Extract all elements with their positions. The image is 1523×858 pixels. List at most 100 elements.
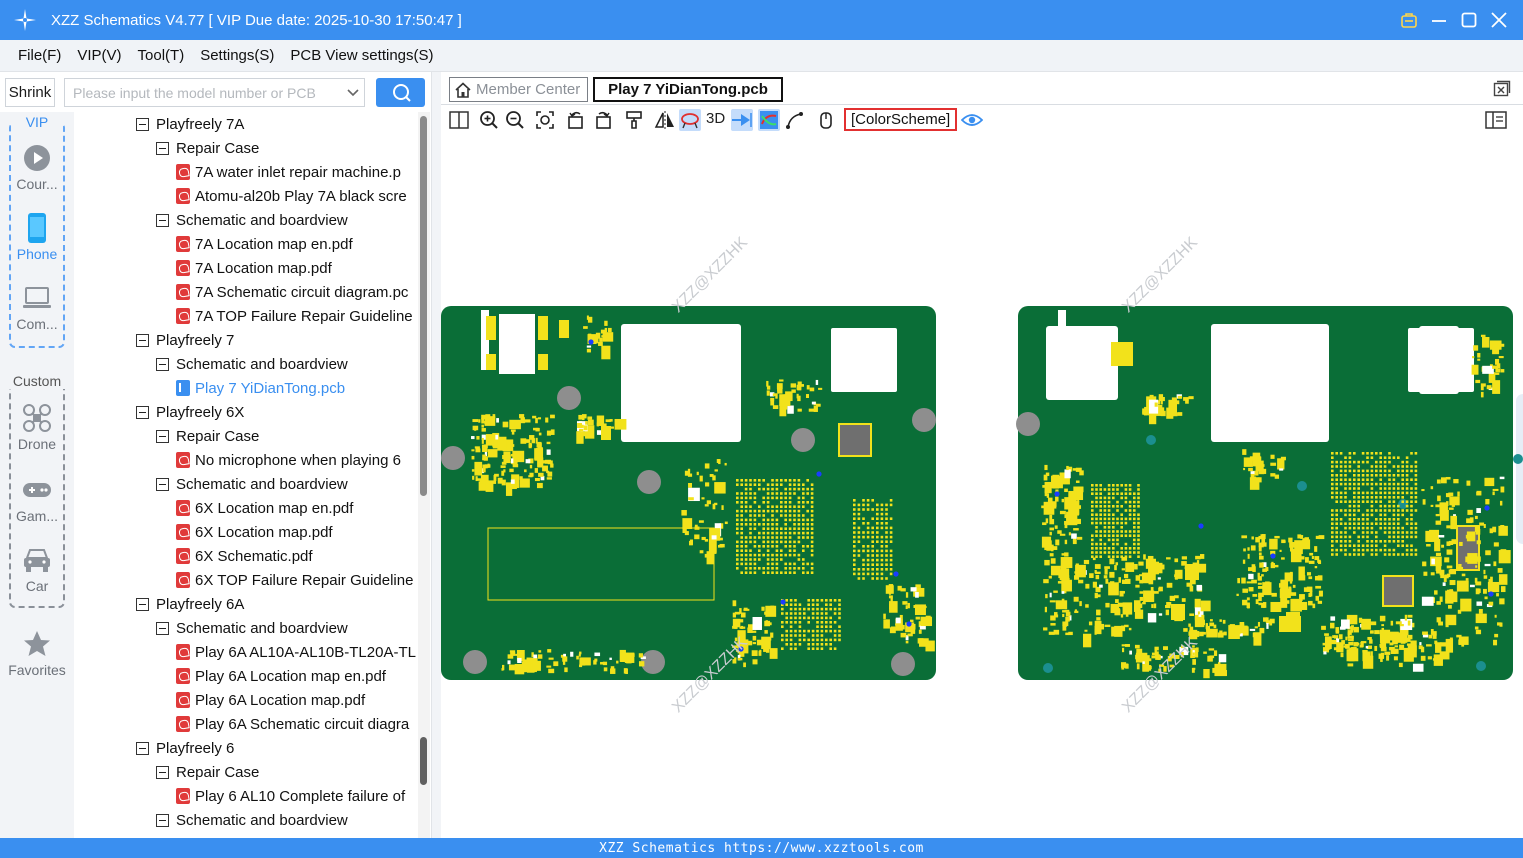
collapse-toggle-icon[interactable] (136, 741, 149, 755)
bga-pad (789, 647, 793, 650)
collapse-toggle-icon[interactable] (136, 597, 149, 611)
bga-pad (829, 629, 832, 633)
collapse-toggle-icon[interactable] (156, 429, 169, 443)
zoom-in-icon[interactable] (478, 109, 500, 131)
menu-file[interactable]: File(F) (18, 47, 61, 64)
bga-pad (1103, 526, 1107, 529)
bga-pad (1348, 482, 1352, 486)
tree-folder[interactable]: Playfreely 6 (136, 736, 234, 760)
zoom-out-icon[interactable] (504, 109, 526, 131)
shrink-button[interactable]: Shrink (5, 78, 55, 107)
category-phone[interactable]: Phone (0, 210, 74, 262)
tab-member-center[interactable]: Member Center (449, 77, 588, 102)
pcb-boards[interactable] (441, 134, 1523, 838)
trace-route-icon[interactable] (784, 109, 806, 131)
close-icon[interactable] (1489, 10, 1509, 30)
tree-pdf-file[interactable]: Play 6 AL10 Complete failure of (176, 784, 405, 808)
menu-vip[interactable]: VIP(V) (77, 47, 121, 64)
hand-pan-icon[interactable] (815, 109, 837, 131)
tree-folder[interactable]: Schematic and boardview (156, 472, 348, 496)
tree-pdf-file[interactable]: Play 6A AL10A-AL10B-TL20A-TL (176, 640, 416, 664)
tree-folder[interactable]: Schematic and boardview (156, 808, 348, 832)
tree-folder[interactable]: Repair Case (156, 136, 259, 160)
split-view-icon[interactable] (448, 109, 470, 131)
bga-pad (1397, 518, 1400, 521)
tree-pdf-file[interactable]: Play 6A Location map.pdf (176, 688, 365, 712)
scrollbar-thumb[interactable] (420, 116, 427, 496)
tree-pdf-file[interactable]: 7A Location map.pdf (176, 256, 332, 280)
bga-pad (771, 562, 774, 566)
category-game[interactable]: Gam... (0, 472, 74, 524)
panel-splitter[interactable] (431, 72, 441, 838)
collapse-toggle-icon[interactable] (156, 813, 169, 827)
tree-folder[interactable]: Playfreely 6A (136, 592, 244, 616)
pin-select-icon[interactable] (731, 109, 753, 131)
bga-pad (744, 567, 748, 570)
tree-pdf-file[interactable]: Play 6A Schematic circuit diagra (176, 712, 409, 736)
tab-play7-pcb[interactable]: Play 7 YiDianTong.pcb (593, 77, 783, 102)
category-drone[interactable]: Drone (0, 400, 74, 452)
net-highlight-icon[interactable] (679, 109, 701, 131)
tree-pdf-file[interactable]: Atomu-al20b Play 7A black scre (176, 184, 407, 208)
collapse-toggle-icon[interactable] (156, 765, 169, 779)
tree-folder[interactable]: Playfreely 6X (136, 400, 244, 424)
maximize-icon[interactable] (1459, 10, 1479, 30)
layer-view-icon[interactable] (758, 109, 780, 131)
close-all-tabs-icon[interactable] (1493, 80, 1511, 98)
collapse-toggle-icon[interactable] (136, 333, 149, 347)
tree-pdf-file[interactable]: 7A water inlet repair machine.p (176, 160, 401, 184)
fit-view-icon[interactable] (534, 109, 556, 131)
component-pad (1457, 609, 1462, 614)
component-pad (1384, 631, 1388, 638)
menu-pcb-view-settings[interactable]: PCB View settings(S) (290, 47, 433, 64)
vip-bag-icon[interactable] (1399, 10, 1419, 30)
collapse-toggle-icon[interactable] (156, 357, 169, 371)
chevron-down-icon[interactable] (342, 88, 364, 98)
category-course[interactable]: Cour... (0, 140, 74, 192)
tree-folder[interactable]: Repair Case (156, 760, 259, 784)
collapse-toggle-icon[interactable] (156, 141, 169, 155)
tree-pdf-file[interactable]: Play 6A Location map en.pdf (176, 664, 386, 688)
category-computer[interactable]: Com... (0, 280, 74, 332)
tree-pdf-file[interactable]: 6X Schematic.pdf (176, 544, 313, 568)
tree-folder[interactable]: Schematic and boardview (156, 616, 348, 640)
tree-folder[interactable]: Playfreely 7A (136, 112, 244, 136)
eye-view-icon[interactable] (961, 109, 983, 131)
tree-pdf-file[interactable]: 6X Location map.pdf (176, 520, 333, 544)
tree-pdf-file[interactable]: 7A Location map en.pdf (176, 232, 353, 256)
collapse-toggle-icon[interactable] (136, 117, 149, 131)
tree-pdf-file[interactable]: 6X TOP Failure Repair Guideline (176, 568, 413, 592)
tree-pcb-file[interactable]: Play 7 YiDianTong.pcb (176, 376, 345, 400)
collapse-toggle-icon[interactable] (136, 405, 149, 419)
paint-brush-icon[interactable] (623, 109, 645, 131)
tree-scrollbar[interactable]: ▲ (418, 112, 430, 838)
tree-pdf-file[interactable]: No microphone when playing 6 (176, 448, 401, 472)
side-panel-icon[interactable] (1485, 109, 1507, 131)
mirror-flip-icon[interactable] (654, 109, 676, 131)
tree-folder[interactable]: Schematic and boardview (156, 208, 348, 232)
search-button[interactable] (376, 78, 425, 107)
minimize-icon[interactable] (1429, 10, 1449, 30)
component-pad (1079, 470, 1084, 476)
collapse-toggle-icon[interactable] (156, 477, 169, 491)
category-car[interactable]: Car (0, 542, 74, 594)
category-favorites[interactable]: Favorites (0, 626, 74, 678)
scrollbar-thumb-secondary[interactable] (420, 737, 427, 785)
bga-pad (811, 612, 815, 615)
rotate-right-icon[interactable] (592, 109, 614, 131)
collapse-toggle-icon[interactable] (156, 621, 169, 635)
menu-settings[interactable]: Settings(S) (200, 47, 274, 64)
pcb-canvas[interactable]: XZZ@XZZHK XZZ@XZZHK XZZ@XZZHK XZZ@XZZHK (441, 134, 1523, 838)
tree-folder[interactable]: Repair Case (156, 424, 259, 448)
tree-folder[interactable]: Playfreely 7 (136, 328, 234, 352)
tree-pdf-file[interactable]: 6X Location map en.pdf (176, 496, 353, 520)
color-scheme-button[interactable]: [ColorScheme] (844, 108, 958, 131)
search-input[interactable] (65, 79, 342, 106)
3d-view-button[interactable]: 3D (706, 110, 725, 127)
tree-pdf-file[interactable]: 7A Schematic circuit diagram.pc (176, 280, 408, 304)
menu-tool[interactable]: Tool(T) (138, 47, 185, 64)
tree-folder[interactable]: Schematic and boardview (156, 352, 348, 376)
collapse-toggle-icon[interactable] (156, 213, 169, 227)
rotate-left-icon[interactable] (565, 109, 587, 131)
tree-pdf-file[interactable]: 7A TOP Failure Repair Guideline (176, 304, 413, 328)
